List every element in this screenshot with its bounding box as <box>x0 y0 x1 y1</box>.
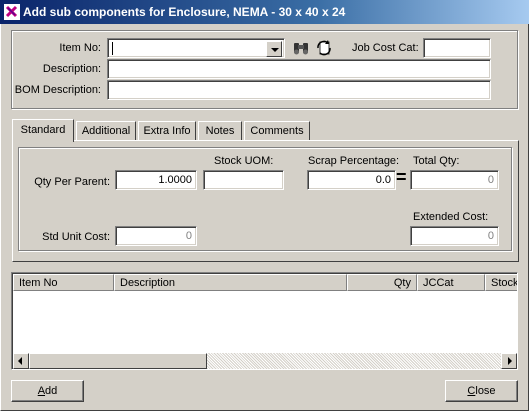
column-header-description-label: Description <box>120 277 176 289</box>
window-title: Add sub components for Enclosure, NEMA -… <box>23 5 346 19</box>
extended-cost-field: 0 <box>410 226 499 246</box>
column-header-jccat-label: JCCat <box>423 277 454 289</box>
std-unit-cost-value: 0 <box>185 230 192 242</box>
tab-comments[interactable]: Comments <box>244 121 310 141</box>
job-cost-cat-label: Job Cost Cat: <box>352 42 419 54</box>
column-header-item-no-label: Item No <box>19 277 58 289</box>
scrap-percentage-label: Scrap Percentage: <box>308 155 400 167</box>
horizontal-scrollbar[interactable] <box>13 353 517 369</box>
text-caret <box>112 42 113 55</box>
description-field[interactable] <box>107 59 491 79</box>
extended-cost-label: Extended Cost: <box>413 211 489 223</box>
tab-extra-info-label: Extra Info <box>143 125 191 137</box>
stock-uom-label: Stock UOM: <box>214 155 274 167</box>
scrap-percentage-field[interactable]: 0.0 <box>307 170 396 190</box>
qty-per-parent-value: 1.0000 <box>158 174 192 186</box>
tab-extra-info[interactable]: Extra Info <box>138 121 196 141</box>
item-no-dropdown-button[interactable] <box>266 41 282 57</box>
stock-uom-field[interactable] <box>203 170 284 190</box>
extended-cost-value: 0 <box>487 230 494 242</box>
close-button-label: lose <box>475 385 496 397</box>
column-header-qty[interactable]: Qty <box>347 274 417 291</box>
column-header-item-no[interactable]: Item No <box>13 274 114 291</box>
qty-per-parent-field[interactable]: 1.0000 <box>115 170 197 190</box>
column-header-jccat[interactable]: JCCat <box>417 274 485 291</box>
close-button[interactable]: Close <box>445 380 518 402</box>
tab-comments-label: Comments <box>250 125 304 137</box>
total-qty-value: 0 <box>487 174 494 186</box>
refresh-icon[interactable] <box>315 39 333 57</box>
std-unit-cost-field: 0 <box>115 226 197 246</box>
grid-header: Item No Description Qty JCCat Stock <box>13 274 517 291</box>
app-icon <box>4 4 20 20</box>
add-button-label: dd <box>45 385 58 397</box>
tab-standard-label: Standard <box>20 124 66 136</box>
bom-description-label: BOM Description: <box>14 84 101 96</box>
total-qty-field: 0 <box>410 170 499 190</box>
std-unit-cost-label: Std Unit Cost: <box>42 231 110 243</box>
equals-sign: = <box>396 167 407 187</box>
column-header-qty-label: Qty <box>393 277 411 289</box>
tab-notes[interactable]: Notes <box>198 121 242 141</box>
scroll-right-button[interactable] <box>501 353 517 369</box>
sub-components-grid[interactable]: Item No Description Qty JCCat Stock <box>11 272 518 370</box>
add-button[interactable]: Add <box>11 380 84 402</box>
column-header-stock-label: Stock <box>491 277 518 289</box>
qty-per-parent-label: Qty Per Parent: <box>34 176 110 188</box>
scrap-percentage-value: 0.0 <box>375 174 391 186</box>
binoculars-icon[interactable] <box>292 39 310 57</box>
tab-additional[interactable]: Additional <box>76 121 136 141</box>
add-button-mnemonic: A <box>37 385 46 397</box>
item-no-combo[interactable] <box>107 38 285 58</box>
scroll-left-button[interactable] <box>13 353 29 369</box>
item-no-label: Item No: <box>59 42 101 54</box>
total-qty-label: Total Qty: <box>413 155 460 167</box>
title-bar[interactable]: Add sub components for Enclosure, NEMA -… <box>0 0 529 24</box>
tab-additional-label: Additional <box>81 125 131 137</box>
column-header-description[interactable]: Description <box>114 274 347 291</box>
description-label: Description: <box>42 63 101 75</box>
tab-standard[interactable]: Standard <box>12 119 74 142</box>
job-cost-cat-field[interactable] <box>423 38 491 58</box>
column-header-stock[interactable]: Stock <box>485 274 518 291</box>
tab-notes-label: Notes <box>205 125 235 137</box>
scroll-thumb[interactable] <box>29 353 207 369</box>
bom-description-field[interactable] <box>107 80 491 100</box>
